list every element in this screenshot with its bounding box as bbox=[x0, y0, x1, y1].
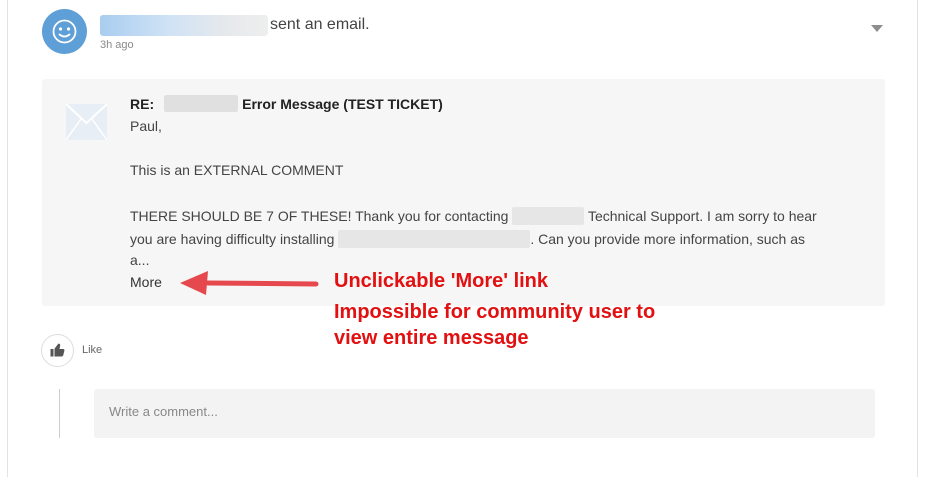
body-line-1-start: THERE SHOULD BE 7 OF THESE! Thank you fo… bbox=[130, 208, 509, 224]
email-subject: RE: Error Message (TEST TICKET) bbox=[130, 95, 443, 112]
like-button[interactable] bbox=[41, 334, 74, 367]
feed-right-border bbox=[917, 0, 918, 477]
subject-redacted bbox=[164, 95, 239, 112]
author-name-redacted bbox=[100, 15, 268, 36]
body-line-2-end: . Can you provide more information, such… bbox=[530, 231, 806, 247]
post-action-text: sent an email. bbox=[270, 16, 370, 33]
product-name-redacted bbox=[338, 230, 531, 248]
comment-thread-line bbox=[59, 389, 60, 438]
annotation-line-2: Impossible for community user to bbox=[334, 301, 656, 323]
email-greeting: Paul, bbox=[130, 118, 162, 134]
smiley-face-icon bbox=[52, 19, 77, 44]
envelope-icon bbox=[66, 104, 107, 140]
annotation-line-1: Unclickable 'More' link bbox=[334, 270, 549, 292]
more-link[interactable]: More bbox=[130, 274, 162, 290]
email-comment-line: This is an EXTERNAL COMMENT bbox=[130, 162, 344, 178]
like-label[interactable]: Like bbox=[82, 344, 102, 356]
avatar[interactable] bbox=[42, 9, 87, 54]
body-line-2-start: you are having difficulty installing bbox=[130, 231, 335, 247]
company-name-redacted bbox=[512, 207, 585, 225]
email-body-line-1: THERE SHOULD BE 7 OF THESE! Thank you fo… bbox=[130, 207, 817, 225]
caret-down-icon[interactable] bbox=[871, 25, 883, 32]
body-line-1-end: Technical Support. I am sorry to hear bbox=[587, 208, 817, 224]
subject-prefix: RE: bbox=[130, 96, 155, 112]
annotation-line-3: view entire message bbox=[334, 327, 529, 349]
subject-text: Error Message (TEST TICKET) bbox=[242, 96, 443, 112]
comment-input[interactable]: Write a comment... bbox=[94, 389, 875, 438]
thumbs-up-icon bbox=[50, 343, 65, 357]
email-body-line-3: a... bbox=[130, 252, 150, 268]
annotation-arrow bbox=[180, 271, 319, 295]
feed-left-border bbox=[7, 0, 8, 477]
post-timestamp: 3h ago bbox=[100, 39, 134, 51]
email-body-line-2: you are having difficulty installing . C… bbox=[130, 230, 805, 248]
